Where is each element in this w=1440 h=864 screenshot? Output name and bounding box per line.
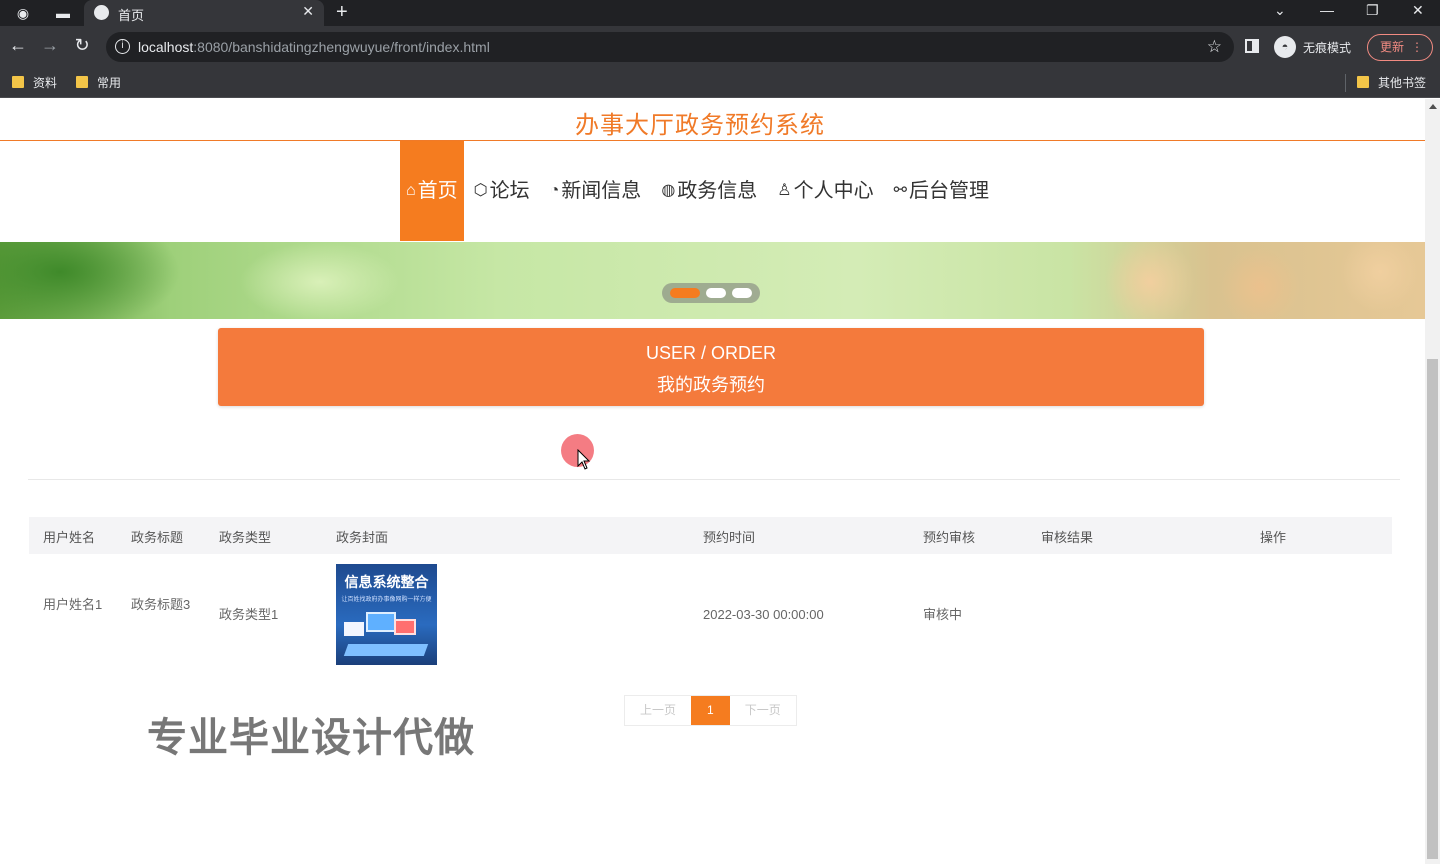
carousel-dot-1[interactable] [670,288,700,298]
cover-art [343,644,429,656]
forward-icon[interactable]: → [39,35,61,56]
url-text[interactable]: localhost:8080/banshidatingzhengwuyue/fr… [138,39,490,55]
prev-page-button[interactable]: 上一页 [625,696,691,725]
browser-tab[interactable]: 首页 ✕ [84,0,324,26]
bookmarks-bar: 资料 常用 其他书签 [0,68,1440,98]
bookmark-folder-ziliao[interactable]: 资料 [12,74,57,91]
cover-image: 信息系统整合 让百姓找政府办事像网购一样方便 [336,564,437,665]
globe-icon: ◍ [661,182,676,199]
back-icon[interactable]: ← [7,35,29,56]
folder-icon [1357,76,1369,88]
scroll-up-arrow-icon[interactable] [1429,104,1437,109]
incognito-label: 无痕模式 [1303,41,1352,55]
cube-icon: ⬡ [473,182,488,199]
watermark-text: 专业毕业设计代做 [147,716,475,760]
restore-icon[interactable]: ❐ [1366,2,1379,19]
bookmark-star-icon[interactable]: ☆ [1207,37,1222,57]
page-1-button[interactable]: 1 [691,696,730,725]
carousel-dot-2[interactable] [706,288,726,298]
col-cover: 政务封面 [336,530,389,545]
site-info-icon[interactable]: i [115,39,130,54]
cell-user-name: 用户姓名1 [43,597,103,612]
browser-tab-bar: ◉ ▬ 首页 ✕ + ⌄ — ❐ ✕ [0,0,1440,26]
carousel-banner [0,242,1425,319]
browser-toolbar: ← → ↻ i localhost:8080/banshidatingzheng… [0,26,1440,68]
cell-title: 政务标题3 [131,597,191,612]
nav-item-forum[interactable]: ⬡ 论坛 [464,141,540,241]
carousel-dot-3[interactable] [732,288,752,298]
bookmarks-divider [1345,74,1346,92]
col-title: 政务标题 [131,530,184,545]
col-result: 审核结果 [1041,530,1094,545]
new-tab-icon[interactable]: + [336,1,348,24]
cell-type: 政务类型1 [219,607,279,622]
col-action: 操作 [1260,530,1287,545]
folder-icon [76,76,88,88]
scrollbar-thumb[interactable] [1427,359,1438,859]
order-section-title-en: USER / ORDER [645,343,777,363]
cell-review: 审核中 [923,607,963,622]
main-nav: ⌂ 首页 ⬡ 论坛 ◔ 新闻信息 ◍ 政务信息 ♙ 个人中心 ⚯ 后台管理 [400,141,999,241]
cover-art [366,612,396,632]
bookmark-folder-changyong[interactable]: 常用 [76,74,121,91]
section-divider [28,479,1400,480]
close-window-icon[interactable]: ✕ [1412,2,1424,19]
side-panel-icon[interactable] [1245,39,1259,53]
incognito-icon[interactable]: ◓ [1274,36,1296,58]
folder-icon [12,76,24,88]
cover-subtitle: 让百姓找政府办事像网购一样方便 [341,597,432,603]
nav-item-affairs[interactable]: ◍ 政务信息 [651,141,767,241]
order-section-banner: USER / ORDER 我的政务预约 [218,328,1204,406]
col-time: 预约时间 [703,530,756,545]
palette-icon: ◔ [549,182,560,199]
address-bar[interactable]: i localhost:8080/banshidatingzhengwuyue/… [106,32,1234,62]
cell-time: 2022-03-30 00:00:00 [703,607,824,622]
globe-icon [94,5,109,20]
col-type: 政务类型 [219,530,272,545]
table-header: 用户姓名 政务标题 政务类型 政务封面 预约时间 预约审核 审核结果 操作 [29,517,1392,554]
tab-list-chevron-icon[interactable]: ⌄ [1274,2,1286,19]
user-icon: ♙ [777,182,792,199]
link-icon: ⚯ [893,182,908,199]
cover-title: 信息系统整合 [344,574,429,590]
carousel-indicators [662,283,760,303]
col-user-name: 用户姓名 [43,530,96,545]
minimize-icon[interactable]: — [1320,2,1334,18]
order-section-title-cn: 我的政务预约 [657,375,765,395]
tab-title: 首页 [118,8,145,23]
pagination: 上一页 1 下一页 [624,695,797,726]
next-page-button[interactable]: 下一页 [730,696,796,725]
reload-icon[interactable]: ↻ [71,35,93,56]
nav-item-home[interactable]: ⌂ 首页 [400,141,464,241]
close-tab-icon[interactable]: ✕ [302,3,314,20]
page-scrollbar[interactable] [1425,99,1440,864]
nav-item-news[interactable]: ◔ 新闻信息 [540,141,652,241]
cover-art [394,619,416,635]
col-review: 预约审核 [923,530,976,545]
chrome-menu-icon[interactable]: ◉ [14,4,32,22]
tab-search-icon[interactable]: ▬ [54,4,72,22]
home-icon: ⌂ [406,182,416,199]
page-content: 办事大厅政务预约系统 ⌂ 首页 ⬡ 论坛 ◔ 新闻信息 ◍ 政务信息 ♙ 个人中心 ⚯ 后台… [0,99,1425,864]
site-title: 办事大厅政务预约系统 [575,112,825,139]
mouse-cursor-icon [577,449,591,470]
nav-item-admin[interactable]: ⚯ 后台管理 [884,141,999,241]
cover-art [344,622,364,636]
update-button[interactable]: 更新 ⋮ [1367,34,1433,61]
other-bookmarks[interactable]: 其他书签 [1357,74,1426,91]
more-menu-icon: ⋮ [1411,40,1423,54]
nav-item-profile[interactable]: ♙ 个人中心 [767,141,883,241]
